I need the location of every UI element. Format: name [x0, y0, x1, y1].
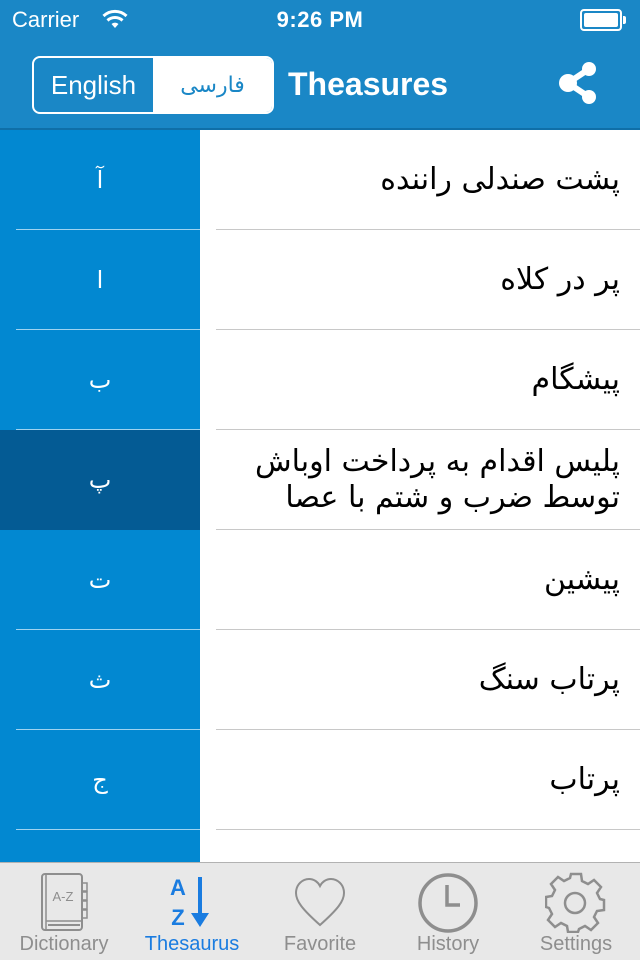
share-icon[interactable] [558, 60, 600, 106]
svg-text:A-Z: A-Z [53, 889, 74, 904]
entry-list: پشت صندلی راننده پر در کلاه پیشگام پلیس … [200, 130, 640, 930]
list-item[interactable]: پیشین [200, 530, 640, 630]
tab-label: Thesaurus [144, 933, 240, 955]
index-letter[interactable]: ج [0, 730, 200, 830]
list-item[interactable]: پیشگام [200, 330, 640, 430]
entry-text: پر در کلاه [500, 262, 620, 297]
entry-text: پیشین [543, 562, 620, 597]
letter-index: آ ا ب پ ت ث ج [0, 130, 200, 930]
gear-icon [545, 872, 606, 933]
list-item[interactable]: پر در کلاه [200, 230, 640, 330]
clock-time: 9:26 PM [276, 7, 364, 32]
list-item[interactable]: پرتاب [200, 730, 640, 830]
navigation-header: Carrier 9:26 PM English فارسی Theasures [0, 0, 640, 130]
index-letter[interactable]: ث [0, 630, 200, 730]
index-letter[interactable]: ب [0, 330, 200, 430]
index-letter[interactable]: ت [0, 530, 200, 630]
tab-bar: A-Z Dictionary A Z Thesaurus Favorite Hi… [0, 862, 640, 960]
page-title: Theasures [288, 66, 449, 102]
entry-text: پیشگام [531, 362, 620, 397]
entry-text: پرتاب [549, 762, 620, 797]
tab-favorite[interactable]: Favorite [256, 863, 384, 960]
index-letter[interactable]: ا [0, 230, 200, 330]
list-item[interactable]: پلیس اقدام به پرداخت اوباش توسط ضرب و شت… [200, 430, 640, 530]
tab-label: Settings [539, 933, 613, 955]
index-letter[interactable]: آ [0, 130, 200, 230]
language-option-farsi[interactable]: فارسی [153, 58, 272, 112]
language-option-english[interactable]: English [34, 58, 153, 112]
clock-icon [418, 873, 478, 933]
tab-label: Favorite [283, 933, 357, 955]
entry-text: پشت صندلی راننده [380, 162, 620, 197]
tab-thesaurus[interactable]: A Z Thesaurus [128, 863, 256, 960]
tab-label: History [416, 933, 480, 955]
status-bar: Carrier 9:26 PM [0, 0, 640, 40]
entry-text: پرتاب سنگ [478, 662, 620, 697]
svg-text:A: A [170, 875, 186, 900]
az-sort-icon: A Z [170, 875, 209, 930]
index-letter-selected[interactable]: پ [0, 430, 200, 530]
tab-dictionary[interactable]: A-Z Dictionary [0, 863, 128, 960]
entry-text: پلیس اقدام به پرداخت اوباش توسط ضرب و شت… [254, 444, 620, 515]
battery-icon [580, 9, 626, 31]
language-toggle[interactable]: English فارسی [32, 56, 274, 114]
tab-label: Dictionary [19, 933, 109, 955]
heart-icon [294, 877, 346, 927]
list-item[interactable]: پشت صندلی راننده [200, 130, 640, 230]
dictionary-book-icon: A-Z [41, 873, 88, 931]
list-item[interactable]: پرتاب سنگ [200, 630, 640, 730]
tab-history[interactable]: History [384, 863, 512, 960]
svg-text:Z: Z [171, 905, 184, 930]
tab-settings[interactable]: Settings [512, 863, 640, 960]
